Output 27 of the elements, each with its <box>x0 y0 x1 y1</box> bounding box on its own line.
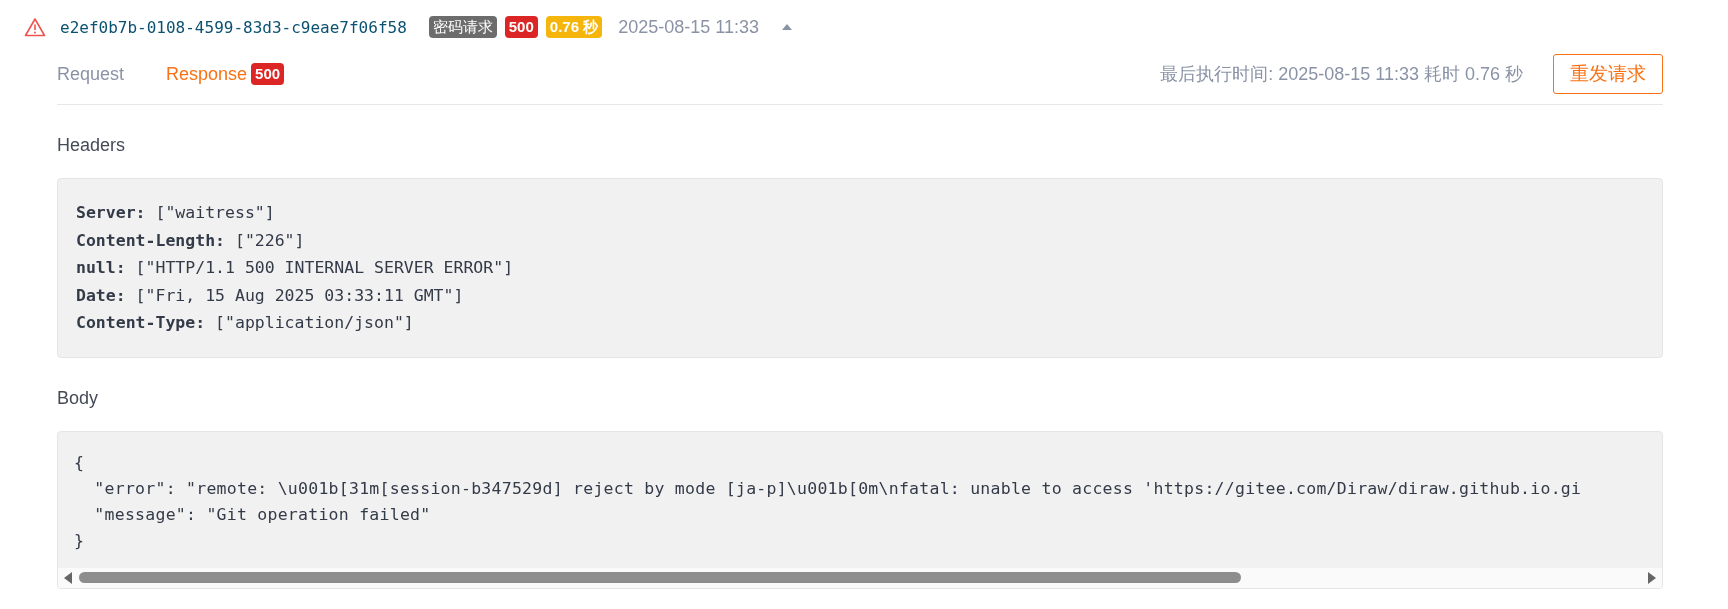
scrollbar[interactable] <box>58 567 1662 588</box>
header-line: Date: ["Fri, 15 Aug 2025 03:33:11 GMT"] <box>76 284 465 307</box>
tab[interactable]: Request <box>57 63 125 85</box>
header-line: Content-Type: ["application/json"] <box>76 312 415 335</box>
header-line: null: ["HTTP/1.1 500 INTERNAL SERVER ERROR"] <box>76 257 515 280</box>
tab[interactable]: Response 500 <box>166 63 285 85</box>
header-line: Content-Length: ["226"] <box>76 229 306 252</box>
status-badge: 0.76 秒 <box>545 16 603 38</box>
scroll-left-icon[interactable] <box>64 571 73 584</box>
code-line: { <box>74 451 86 474</box>
resend-button[interactable]: 重发请求 <box>1553 54 1663 94</box>
request-time: 2025-08-15 11:33 <box>618 16 759 38</box>
header-line: Server: ["waitress"] <box>76 202 276 224</box>
status-badge: 密码请求 <box>428 16 497 38</box>
warning-icon <box>24 17 46 37</box>
collapse-caret-icon[interactable] <box>781 23 793 31</box>
scroll-right-icon[interactable] <box>1647 571 1656 584</box>
section-title: Headers <box>57 135 127 156</box>
code-line: "error": "remote: \u001b[31m[session-b347529d] reject by mode [ja-p]\u001b[0m\nfatal: unable to access 'https://gitee.com/Diraw/diraw.github.io.gi <box>93 477 1583 500</box>
code-line: "message": "Git operation failed" <box>93 503 432 526</box>
request-id: e2ef0b7b-0108-4599-83d3-c9eae7f06f58 <box>60 17 407 37</box>
status-badge: 500 <box>251 63 285 85</box>
section-title: Body <box>57 387 100 409</box>
scrollbar-thumb[interactable] <box>79 572 1241 584</box>
last-run-info: 最后执行时间: 2025-08-15 11:33 耗时 0.76 秒 <box>1160 63 1523 86</box>
status-badge: 500 <box>504 16 538 38</box>
code-line: } <box>74 529 86 552</box>
